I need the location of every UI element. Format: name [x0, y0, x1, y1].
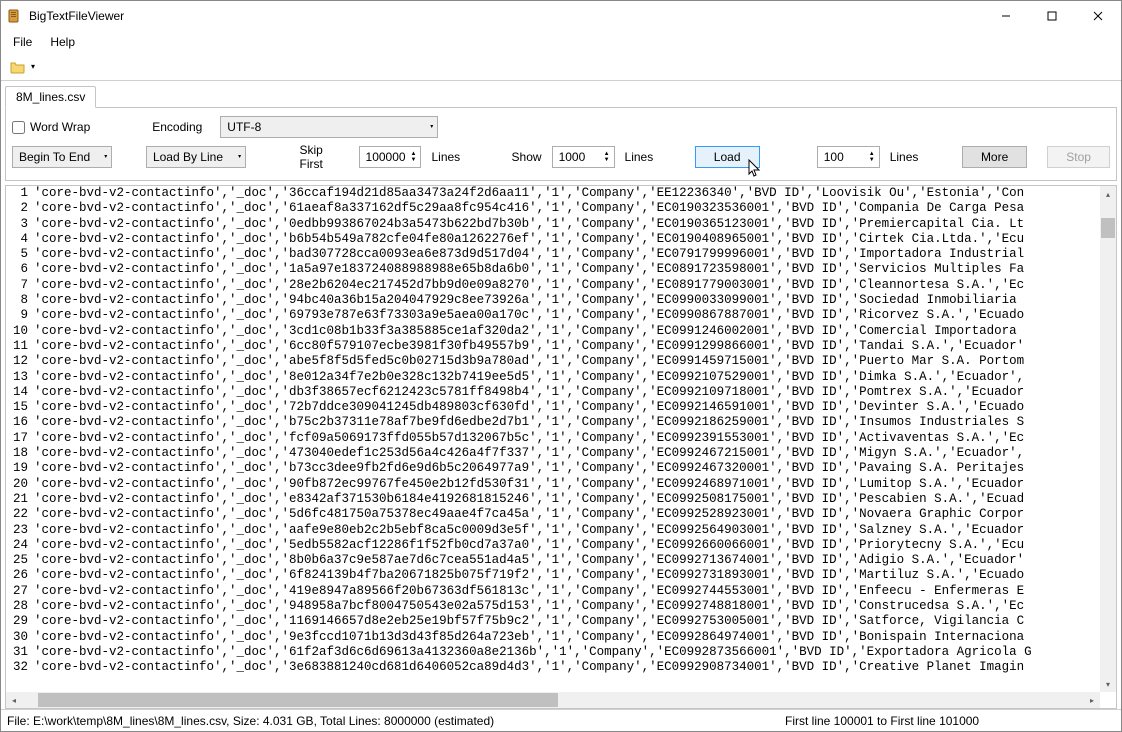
chevron-down-icon: ▾	[430, 124, 433, 130]
word-wrap-checkbox[interactable]: Word Wrap	[12, 120, 90, 134]
text-content[interactable]: 1'core-bvd-v2-contactinfo','_doc','36cca…	[6, 186, 1100, 692]
more-button[interactable]: More	[962, 146, 1027, 168]
text-line[interactable]: 9'core-bvd-v2-contactinfo','_doc','69793…	[8, 308, 1098, 323]
text-line[interactable]: 4'core-bvd-v2-contactinfo','_doc','b6b54…	[8, 232, 1098, 247]
menubar: File Help	[1, 31, 1121, 53]
open-file-button[interactable]	[7, 56, 29, 78]
open-dropdown-icon[interactable]: ▾	[31, 62, 35, 71]
load-button[interactable]: Load	[695, 146, 760, 168]
text-line[interactable]: 17'core-bvd-v2-contactinfo','_doc','fcf0…	[8, 431, 1098, 446]
lines-label-1: Lines	[431, 150, 460, 164]
spinner-icon[interactable]: ▲▼	[604, 151, 610, 163]
menu-help[interactable]: Help	[42, 33, 83, 51]
statusbar: File: E:\work\temp\8M_lines\8M_lines.csv…	[1, 709, 1121, 731]
text-line[interactable]: 10'core-bvd-v2-contactinfo','_doc','3cd1…	[8, 324, 1098, 339]
word-wrap-input[interactable]	[12, 121, 25, 134]
titlebar: BigTextFileViewer	[1, 1, 1121, 31]
status-right: First line 100001 to First line 101000	[785, 714, 1115, 728]
text-line[interactable]: 25'core-bvd-v2-contactinfo','_doc','8b0b…	[8, 553, 1098, 568]
show-label: Show	[512, 150, 542, 164]
text-line[interactable]: 29'core-bvd-v2-contactinfo','_doc','1169…	[8, 614, 1098, 629]
text-line[interactable]: 32'core-bvd-v2-contactinfo','_doc','3e68…	[8, 660, 1098, 675]
direction-select[interactable]: Begin To End ▾	[12, 146, 112, 168]
menu-file[interactable]: File	[5, 33, 40, 51]
stop-button[interactable]: Stop	[1047, 146, 1110, 168]
text-line[interactable]: 28'core-bvd-v2-contactinfo','_doc','9489…	[8, 599, 1098, 614]
text-line[interactable]: 1'core-bvd-v2-contactinfo','_doc','36cca…	[8, 186, 1098, 201]
horizontal-scrollbar[interactable]: ◂ ▸	[6, 692, 1100, 708]
chevron-down-icon: ▾	[238, 154, 241, 160]
toolbar: ▾	[1, 53, 1121, 81]
chevron-down-icon: ▾	[104, 154, 107, 160]
status-left: File: E:\work\temp\8M_lines\8M_lines.csv…	[7, 714, 502, 728]
text-line[interactable]: 12'core-bvd-v2-contactinfo','_doc','abe5…	[8, 354, 1098, 369]
text-line[interactable]: 22'core-bvd-v2-contactinfo','_doc','5d6f…	[8, 507, 1098, 522]
spinner-icon[interactable]: ▲▼	[869, 151, 875, 163]
v-thumb[interactable]	[1101, 218, 1115, 238]
text-line[interactable]: 24'core-bvd-v2-contactinfo','_doc','5edb…	[8, 538, 1098, 553]
text-line[interactable]: 7'core-bvd-v2-contactinfo','_doc','28e2b…	[8, 278, 1098, 293]
show-input[interactable]: 1000 ▲▼	[552, 146, 615, 168]
text-line[interactable]: 19'core-bvd-v2-contactinfo','_doc','b73c…	[8, 461, 1098, 476]
text-line[interactable]: 16'core-bvd-v2-contactinfo','_doc','b75c…	[8, 415, 1098, 430]
text-line[interactable]: 31'core-bvd-v2-contactinfo','_doc','61f2…	[8, 645, 1098, 660]
text-line[interactable]: 13'core-bvd-v2-contactinfo','_doc','8e01…	[8, 370, 1098, 385]
text-line[interactable]: 30'core-bvd-v2-contactinfo','_doc','9e3f…	[8, 630, 1098, 645]
h-thumb[interactable]	[38, 693, 558, 707]
tab-file[interactable]: 8M_lines.csv	[5, 86, 96, 108]
text-viewer: 1'core-bvd-v2-contactinfo','_doc','36cca…	[5, 185, 1117, 709]
maximize-button[interactable]	[1029, 1, 1075, 31]
spinner-icon[interactable]: ▲▼	[411, 151, 417, 163]
text-line[interactable]: 20'core-bvd-v2-contactinfo','_doc','90fb…	[8, 477, 1098, 492]
cursor-icon	[748, 159, 762, 179]
window-title: BigTextFileViewer	[29, 9, 124, 23]
scroll-left-icon[interactable]: ◂	[6, 692, 22, 708]
tabstrip: 8M_lines.csv	[1, 83, 1121, 107]
scroll-right-icon[interactable]: ▸	[1084, 692, 1100, 708]
text-line[interactable]: 23'core-bvd-v2-contactinfo','_doc','aafe…	[8, 523, 1098, 538]
text-line[interactable]: 3'core-bvd-v2-contactinfo','_doc','0edbb…	[8, 217, 1098, 232]
text-line[interactable]: 21'core-bvd-v2-contactinfo','_doc','e834…	[8, 492, 1098, 507]
vertical-scrollbar[interactable]: ▴ ▾	[1100, 186, 1116, 692]
text-line[interactable]: 2'core-bvd-v2-contactinfo','_doc','61aea…	[8, 201, 1098, 216]
encoding-label: Encoding	[152, 120, 202, 134]
text-line[interactable]: 14'core-bvd-v2-contactinfo','_doc','db3f…	[8, 385, 1098, 400]
text-line[interactable]: 18'core-bvd-v2-contactinfo','_doc','4730…	[8, 446, 1098, 461]
text-line[interactable]: 27'core-bvd-v2-contactinfo','_doc','419e…	[8, 584, 1098, 599]
text-line[interactable]: 26'core-bvd-v2-contactinfo','_doc','6f82…	[8, 568, 1098, 583]
encoding-select[interactable]: UTF-8 ▾	[220, 116, 438, 138]
scroll-down-icon[interactable]: ▾	[1100, 676, 1116, 692]
load-mode-select[interactable]: Load By Line ▾	[146, 146, 246, 168]
text-line[interactable]: 6'core-bvd-v2-contactinfo','_doc','1a5a9…	[8, 262, 1098, 277]
text-line[interactable]: 15'core-bvd-v2-contactinfo','_doc','72b7…	[8, 400, 1098, 415]
minimize-button[interactable]	[983, 1, 1029, 31]
lines-label-3: Lines	[890, 150, 919, 164]
lines-label-2: Lines	[625, 150, 654, 164]
text-line[interactable]: 11'core-bvd-v2-contactinfo','_doc','6cc8…	[8, 339, 1098, 354]
close-button[interactable]	[1075, 1, 1121, 31]
app-icon	[7, 8, 23, 24]
text-line[interactable]: 5'core-bvd-v2-contactinfo','_doc','bad30…	[8, 247, 1098, 262]
text-line[interactable]: 8'core-bvd-v2-contactinfo','_doc','94bc4…	[8, 293, 1098, 308]
controls-panel: Word Wrap Encoding UTF-8 ▾ Begin To End …	[5, 107, 1117, 181]
more-input[interactable]: 100 ▲▼	[817, 146, 880, 168]
skip-first-label: Skip First	[299, 143, 348, 171]
skip-first-input[interactable]: 100000 ▲▼	[359, 146, 422, 168]
scroll-up-icon[interactable]: ▴	[1100, 186, 1116, 202]
